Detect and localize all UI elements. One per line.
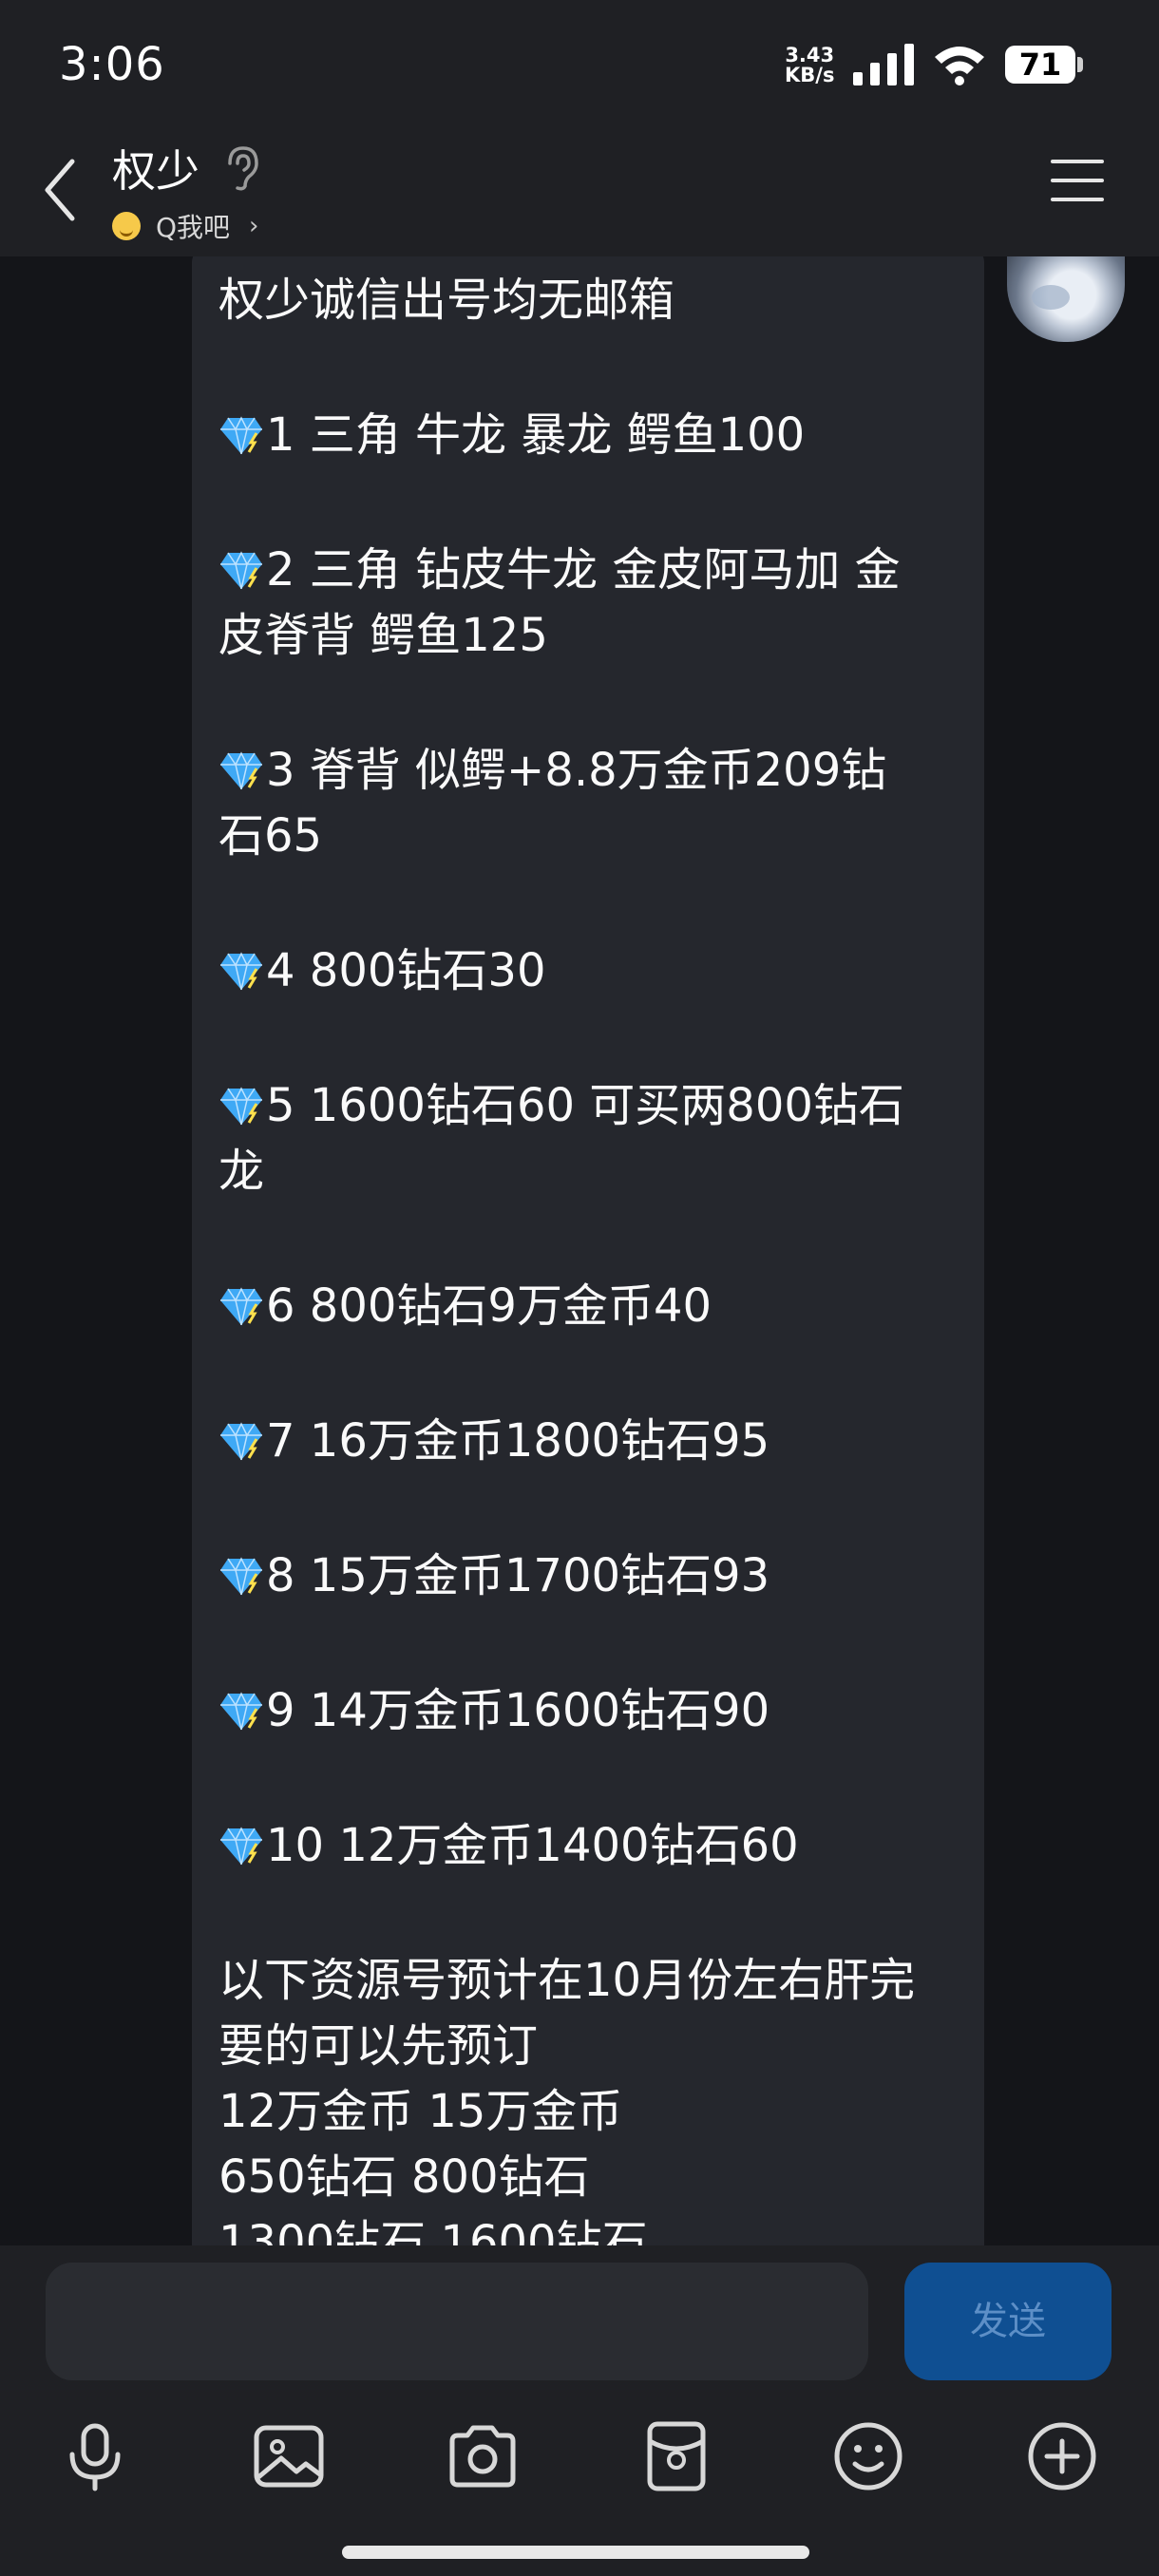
line-spacer <box>218 869 969 938</box>
clock: 3:06 <box>59 38 165 91</box>
diamond-icon <box>218 1549 264 1596</box>
message-line-text: 权少诚信出号均无邮箱 <box>218 274 675 327</box>
diamond-icon <box>218 543 264 590</box>
message-line-text: 皮脊背 鳄鱼125 <box>218 609 548 662</box>
chat-header: 权少 Q我吧 › <box>0 133 1159 256</box>
message-line-text: 4 800钻石30 <box>266 944 546 997</box>
message-line: 8 15万金币1700钻石93 <box>218 1544 969 1609</box>
diamond-icon <box>218 1279 264 1326</box>
line-spacer <box>218 1204 969 1274</box>
message-line: 1 三角 牛龙 暴龙 鳄鱼100 <box>218 403 969 468</box>
home-indicator[interactable] <box>342 2546 809 2559</box>
chat-area[interactable]: 权少诚信出号均无邮箱 1 三角 牛龙 暴龙 鳄鱼100 2 三角 钻皮牛龙 金皮阿马… <box>0 256 1159 2245</box>
message-line-text: 650钻石 800钻石 <box>218 2150 590 2204</box>
avatar[interactable] <box>1007 256 1125 342</box>
diamond-icon <box>218 744 264 790</box>
message-line: 以下资源号预计在10月份左右肝完 <box>218 1948 969 2014</box>
line-spacer <box>218 1744 969 1813</box>
diamond-icon <box>218 1684 264 1731</box>
message-line: 龙 <box>218 1139 969 1204</box>
message-line-text: 3 脊背 似鳄+8.8万金币209钻 <box>266 744 887 797</box>
message-line: 要的可以先预订 <box>218 2014 969 2079</box>
message-line: 650钻石 800钻石 <box>218 2145 969 2210</box>
message-line-text: 12万金币 15万金币 <box>218 2085 623 2138</box>
message-line: 12万金币 15万金币 <box>218 2079 969 2145</box>
diamond-icon <box>218 944 264 991</box>
message-line-text: 2 三角 钻皮牛龙 金皮阿马加 金 <box>266 543 901 597</box>
message-line-text: 10 12万金币1400钻石60 <box>266 1819 799 1872</box>
message-line-text: 5 1600钻石60 可买两800钻石 <box>266 1079 904 1132</box>
message-line: 7 16万金币1800钻石95 <box>218 1409 969 1474</box>
message-line: 皮脊背 鳄鱼125 <box>218 603 969 669</box>
message-input[interactable] <box>46 2263 868 2380</box>
message-line: 5 1600钻石60 可买两800钻石 <box>218 1073 969 1139</box>
message-line: 石65 <box>218 804 969 869</box>
diamond-icon <box>218 1414 264 1461</box>
message-line: 1300钻石 1600钻石 <box>218 2210 969 2245</box>
camera-icon[interactable] <box>445 2418 521 2494</box>
message-line-text: 龙 <box>218 1145 265 1198</box>
line-spacer <box>218 1879 969 1948</box>
network-speed-value: 3.43 <box>785 44 835 66</box>
status-bar: 3:06 3.43 KB/s 71 <box>0 0 1159 133</box>
contact-status[interactable]: Q我吧 › <box>112 207 258 245</box>
signal-icon <box>853 44 914 85</box>
ear-icon[interactable] <box>220 144 262 192</box>
red-packet-icon[interactable] <box>638 2418 714 2494</box>
message-line: 10 12万金币1400钻石60 <box>218 1813 969 1879</box>
emoji-icon[interactable] <box>830 2418 906 2494</box>
line-spacer <box>218 1474 969 1544</box>
smile-emoji-icon <box>112 212 141 240</box>
contact-name[interactable]: 权少 <box>112 137 200 199</box>
line-spacer <box>218 1609 969 1678</box>
line-spacer <box>218 1339 969 1409</box>
message-line: 权少诚信出号均无邮箱 <box>218 268 969 333</box>
message-line: 4 800钻石30 <box>218 938 969 1004</box>
chevron-right-icon: › <box>249 212 259 240</box>
diamond-icon <box>218 1079 264 1126</box>
microphone-icon[interactable] <box>57 2418 133 2494</box>
line-spacer <box>218 333 969 403</box>
message-line-text: 9 14万金币1600钻石90 <box>266 1684 770 1737</box>
message-line: 9 14万金币1600钻石90 <box>218 1678 969 1744</box>
image-icon[interactable] <box>251 2418 327 2494</box>
message-line-text: 6 800钻石9万金币40 <box>266 1279 712 1333</box>
message-line-text: 石65 <box>218 809 323 862</box>
wifi-icon <box>935 47 984 85</box>
message-line-text: 1 三角 牛龙 暴龙 鳄鱼100 <box>266 408 806 462</box>
message-line-text: 8 15万金币1700钻石93 <box>266 1549 770 1602</box>
message-text: 权少诚信出号均无邮箱 1 三角 牛龙 暴龙 鳄鱼100 2 三角 钻皮牛龙 金皮阿马… <box>218 268 969 2245</box>
line-spacer <box>218 468 969 538</box>
message-line: 3 脊背 似鳄+8.8万金币209钻 <box>218 738 969 804</box>
diamond-icon <box>218 408 264 455</box>
message-line: 6 800钻石9万金币40 <box>218 1274 969 1339</box>
network-speed-unit: KB/s <box>785 64 835 86</box>
message-line: 2 三角 钻皮牛龙 金皮阿马加 金 <box>218 538 969 603</box>
network-speed: 3.43 KB/s <box>785 46 834 85</box>
plus-icon[interactable] <box>1024 2418 1100 2494</box>
back-icon[interactable] <box>38 152 86 228</box>
battery-level: 71 <box>1005 46 1075 84</box>
message-line-text: 7 16万金币1800钻石95 <box>266 1414 770 1468</box>
line-spacer <box>218 1004 969 1073</box>
menu-icon[interactable] <box>1051 160 1104 209</box>
diamond-icon <box>218 1819 264 1866</box>
battery-icon: 71 <box>1005 46 1083 84</box>
message-line-text: 以下资源号预计在10月份左右肝完 <box>218 1954 916 2007</box>
line-spacer <box>218 669 969 738</box>
message-line-text: 1300钻石 1600钻石 <box>218 2216 648 2245</box>
input-bar: 发送 <box>0 2245 1159 2576</box>
status-text: Q我吧 <box>156 212 231 243</box>
send-button[interactable]: 发送 <box>904 2263 1112 2380</box>
message-line-text: 要的可以先预订 <box>218 2019 539 2073</box>
